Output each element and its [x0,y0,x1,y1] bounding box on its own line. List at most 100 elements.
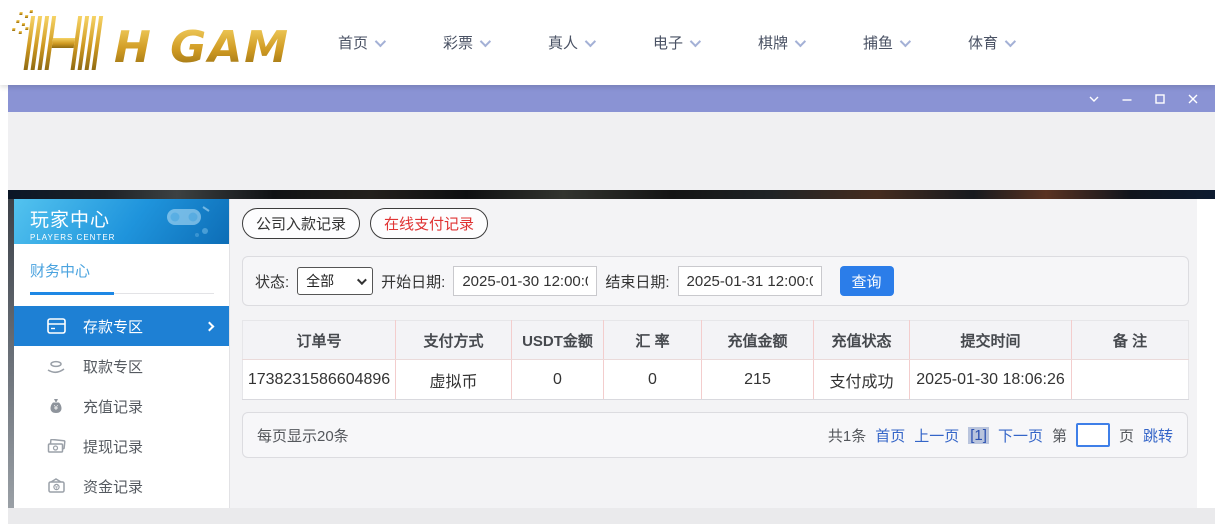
nav-item-sports[interactable]: 体育 [968,32,1026,53]
section-divider [30,292,214,295]
total-count-text: 共1条 [827,427,867,445]
sidebar-item-withdraw-zone[interactable]: 取款专区 [14,346,229,386]
current-page-indicator: [1] [968,426,989,444]
chevron-down-icon [374,35,387,47]
status-label: 状态: [255,273,290,291]
banknotes-icon [46,437,66,455]
logo-h-bars-icon [12,10,104,70]
cell-exchange-rate: 0 [603,359,702,400]
jump-prefix-text: 第 [1051,427,1067,445]
window-minimize-button[interactable] [1119,91,1135,107]
jump-link[interactable]: 跳转 [1143,425,1173,446]
card-reader-icon [46,317,66,335]
col-order-number: 订单号 [242,320,396,360]
filter-bar: 状态: 全部 开始日期: 结束日期: 查询 [242,256,1189,306]
record-tabs: 公司入款记录 在线支付记录 [242,208,1189,239]
pagination-bar: 每页显示20条 共1条 首页 上一页 [1] 下一页 第 页 跳转 [242,412,1188,458]
chevron-down-icon [689,35,702,47]
chevron-right-icon [204,321,215,331]
gamepad-icon [167,206,210,237]
chevron-down-icon [357,274,368,285]
decorative-stripe [8,190,1215,199]
chevron-down-icon [1004,35,1017,47]
pagination-controls: 共1条 首页 上一页 [1] 下一页 第 页 跳转 [828,423,1173,447]
prev-page-link[interactable]: 上一页 [914,425,959,446]
chevron-down-icon [794,35,807,47]
footer-band [8,508,1215,524]
col-recharge-status: 充值状态 [813,320,910,360]
cell-remarks [1071,359,1189,400]
window-maximize-button[interactable] [1152,91,1168,107]
sidebar-item-withdrawal-records[interactable]: 提现记录 [14,426,229,466]
start-date-label: 开始日期: [381,273,446,291]
chevron-down-icon [584,35,597,47]
app-window: H GAME 首页 彩票 真人 电子 棋牌 [0,0,1215,524]
sidebar-item-label: 充值记录 [83,398,144,416]
sidebar-menu: 存款专区 取款专区 ¥ 充值记录 提现记录 ¥ 资金记录 [14,306,229,506]
players-center-header: 玩家中心 PLAYERS CENTER [14,199,229,244]
nav-item-live[interactable]: 真人 [548,32,606,53]
table-row: 1738231586604896 虚拟币 0 0 215 支付成功 2025-0… [242,359,1189,400]
minimize-icon [1122,98,1132,101]
sidebar-item-label: 存款专区 [83,318,144,336]
cell-submit-time: 2025-01-30 18:06:26 [909,359,1072,400]
window-titlebar[interactable] [8,85,1215,112]
main-panel: 公司入款记录 在线支付记录 状态: 全部 开始日期: 结束日期: 查询 [230,199,1197,508]
jump-suffix-text: 页 [1118,427,1134,445]
maximize-icon [1155,93,1165,104]
query-button[interactable]: 查询 [839,266,894,296]
end-date-input[interactable] [677,266,822,296]
window-dropdown-button[interactable] [1086,91,1102,107]
nav-item-cards[interactable]: 棋牌 [758,32,816,53]
brand-logo[interactable]: H GAME [10,10,290,74]
status-select[interactable]: 全部 [297,267,374,295]
cell-recharge-status: 支付成功 [813,359,910,400]
chevron-down-icon [899,35,912,47]
svg-text:¥: ¥ [54,485,58,491]
nav-item-home[interactable]: 首页 [338,32,396,53]
cell-usdt-amount: 0 [511,359,604,400]
sidebar-item-deposit-zone[interactable]: 存款专区 [14,306,229,346]
tab-company-deposit-records[interactable]: 公司入款记录 [242,208,361,239]
window-blank-area [8,112,1215,190]
nav-item-lottery[interactable]: 彩票 [443,32,501,53]
svg-text:¥: ¥ [54,404,59,412]
end-date-label: 结束日期: [605,273,670,291]
close-icon [1188,94,1198,103]
hand-coin-icon [46,357,66,375]
sidebar-item-recharge-records[interactable]: ¥ 充值记录 [14,386,229,426]
logo-text: H GAME [114,22,290,73]
per-page-text: 每页显示20条 [257,427,349,445]
nav-item-slots[interactable]: 电子 [653,32,711,53]
next-page-link[interactable]: 下一页 [998,425,1043,446]
sidebar-item-funds-records[interactable]: ¥ 资金记录 [14,466,229,506]
col-recharge-amount: 充值金额 [701,320,814,360]
start-date-input[interactable] [453,266,598,296]
first-page-link[interactable]: 首页 [875,425,905,446]
col-exchange-rate: 汇 率 [603,320,702,360]
window-close-button[interactable] [1185,91,1201,107]
status-select-value: 全部 [306,273,335,289]
sidebar-item-label: 资金记录 [83,478,144,496]
col-submit-time: 提交时间 [909,320,1072,360]
col-payment-method: 支付方式 [395,320,512,360]
col-usdt-amount: USDT金额 [511,320,604,360]
content-region: 玩家中心 PLAYERS CENTER 财务中心 存款专区 取款专区 ¥ 充值记… [8,199,1215,508]
table-header-row: 订单号 支付方式 USDT金额 汇 率 充值金额 充值状态 提交时间 备 注 [242,320,1189,360]
cell-payment-method: 虚拟币 [395,359,512,400]
chevron-down-icon [1089,96,1099,102]
main-nav: 首页 彩票 真人 电子 棋牌 捕鱼 体育 [338,0,1026,85]
tab-online-payment-records[interactable]: 在线支付记录 [370,208,489,239]
records-table: 订单号 支付方式 USDT金额 汇 率 充值金额 充值状态 提交时间 备 注 1… [242,320,1189,400]
sidebar-item-label: 提现记录 [83,438,144,456]
chevron-down-icon [479,35,492,47]
site-header: H GAME 首页 彩票 真人 电子 棋牌 [0,0,1215,85]
sidebar: 玩家中心 PLAYERS CENTER 财务中心 存款专区 取款专区 ¥ 充值记… [14,199,230,508]
nav-item-fishing[interactable]: 捕鱼 [863,32,921,53]
money-bag-icon: ¥ [46,397,66,415]
page-jump-input[interactable] [1075,423,1110,447]
col-remarks: 备 注 [1071,320,1189,360]
cell-order-number: 1738231586604896 [242,359,396,400]
money-record-icon: ¥ [46,477,66,495]
sidebar-item-label: 取款专区 [83,358,144,376]
